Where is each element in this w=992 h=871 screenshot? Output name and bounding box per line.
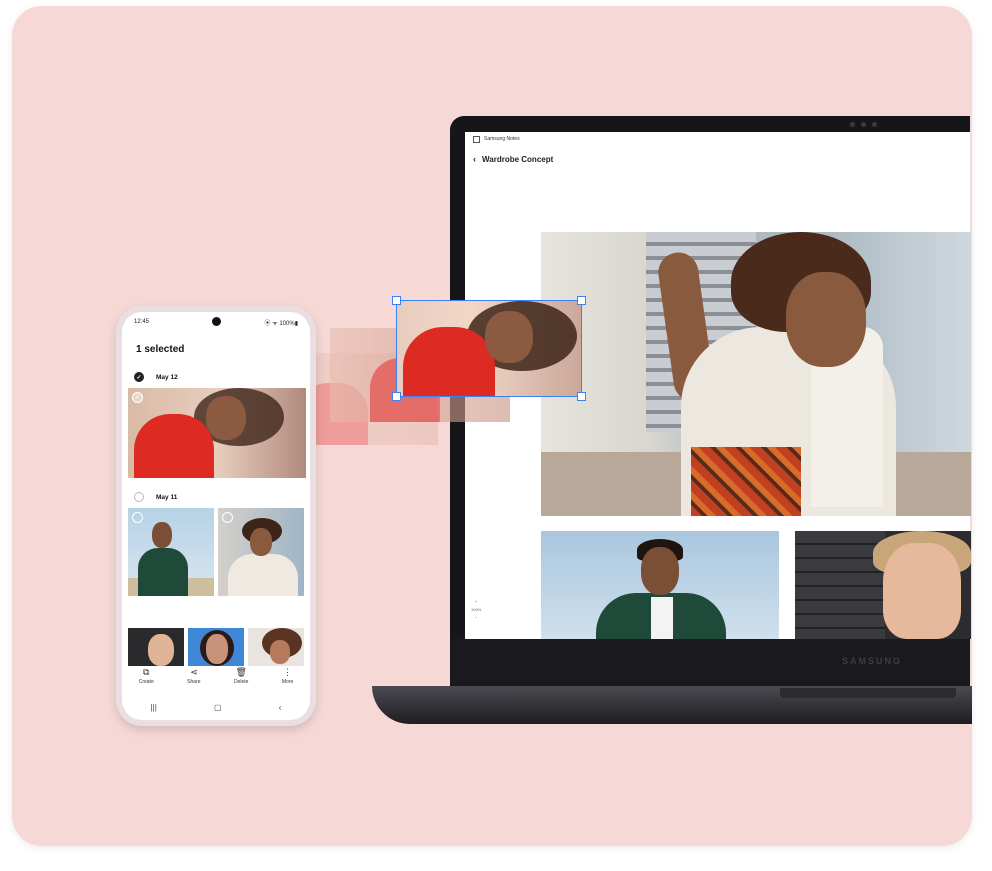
resize-handle-bottom-right[interactable] xyxy=(577,392,586,401)
gallery-thumb[interactable] xyxy=(128,628,184,666)
check-icon[interactable]: ✓ xyxy=(134,372,144,382)
share-button[interactable]: ⋖ Share xyxy=(187,667,200,695)
gallery-thumb-selected[interactable]: ✓ xyxy=(128,388,306,478)
note-title: Wardrobe Concept xyxy=(482,154,554,164)
selection-count: 1 selected xyxy=(136,344,185,355)
zoom-in-button[interactable]: + xyxy=(471,598,481,606)
zoom-out-button[interactable]: − xyxy=(471,614,481,622)
dragged-image[interactable] xyxy=(396,300,582,397)
status-indicators: ⦿ ᯤ 100%▮ xyxy=(264,320,298,327)
note-photo-main[interactable] xyxy=(541,232,971,516)
note-photo-man[interactable] xyxy=(541,531,779,639)
circle-icon[interactable] xyxy=(222,512,233,523)
date-label: May 11 xyxy=(156,493,178,501)
check-icon[interactable]: ✓ xyxy=(132,392,143,403)
create-button[interactable]: ⧉ Create xyxy=(139,667,154,695)
phone-screen: 12:45 ⦿ ᯤ 100%▮ 1 selected ✓ May 12 ✓ Ma… xyxy=(122,312,310,720)
date-label: May 12 xyxy=(156,373,178,381)
more-vertical-icon: ⋮ xyxy=(283,667,293,677)
app-topbar: Samsung Notes xyxy=(465,132,970,146)
chevron-left-icon[interactable]: ‹ xyxy=(473,154,476,164)
laptop-hinge xyxy=(780,688,956,698)
resize-handle-bottom-left[interactable] xyxy=(392,392,401,401)
gallery-thumb[interactable] xyxy=(188,628,244,666)
gallery-thumb[interactable] xyxy=(248,628,304,666)
date-group-may-12[interactable]: ✓ May 12 xyxy=(134,370,178,384)
delete-button[interactable]: 🗑 Delete xyxy=(234,667,248,695)
laptop-brand-logo: SAMSUNG xyxy=(842,656,903,666)
date-group-may-11[interactable]: May 11 xyxy=(134,490,177,504)
zoom-control[interactable]: + 100% − xyxy=(471,598,481,622)
share-icon: ⋖ xyxy=(190,667,198,677)
resize-handle-top-right[interactable] xyxy=(577,296,586,305)
action-bar: ⧉ Create ⋖ Share 🗑 Delete ⋮ More xyxy=(122,667,310,695)
app-name: Samsung Notes xyxy=(484,136,520,142)
circle-icon[interactable] xyxy=(134,492,144,502)
resize-handle-top-left[interactable] xyxy=(392,296,401,305)
front-camera xyxy=(212,317,221,326)
zoom-level: 100% xyxy=(471,607,482,612)
gallery-thumb[interactable] xyxy=(128,508,214,596)
system-nav-bar: ||| ▢ ‹ xyxy=(122,698,310,716)
circle-icon[interactable] xyxy=(132,512,143,523)
note-titlebar: ‹ Wardrobe Concept xyxy=(465,148,970,170)
notes-app-icon xyxy=(473,135,480,143)
trash-icon: 🗑 xyxy=(235,667,247,677)
gallery-thumb[interactable] xyxy=(218,508,304,596)
recents-icon[interactable]: ||| xyxy=(151,703,157,712)
back-icon[interactable]: ‹ xyxy=(279,703,282,712)
note-photo-portrait[interactable] xyxy=(795,531,971,639)
more-button[interactable]: ⋮ More xyxy=(282,667,293,695)
home-icon[interactable]: ▢ xyxy=(214,703,222,712)
create-icon: ⧉ xyxy=(143,667,150,677)
laptop-camera xyxy=(850,122,880,128)
status-time: 12:45 xyxy=(134,319,150,325)
